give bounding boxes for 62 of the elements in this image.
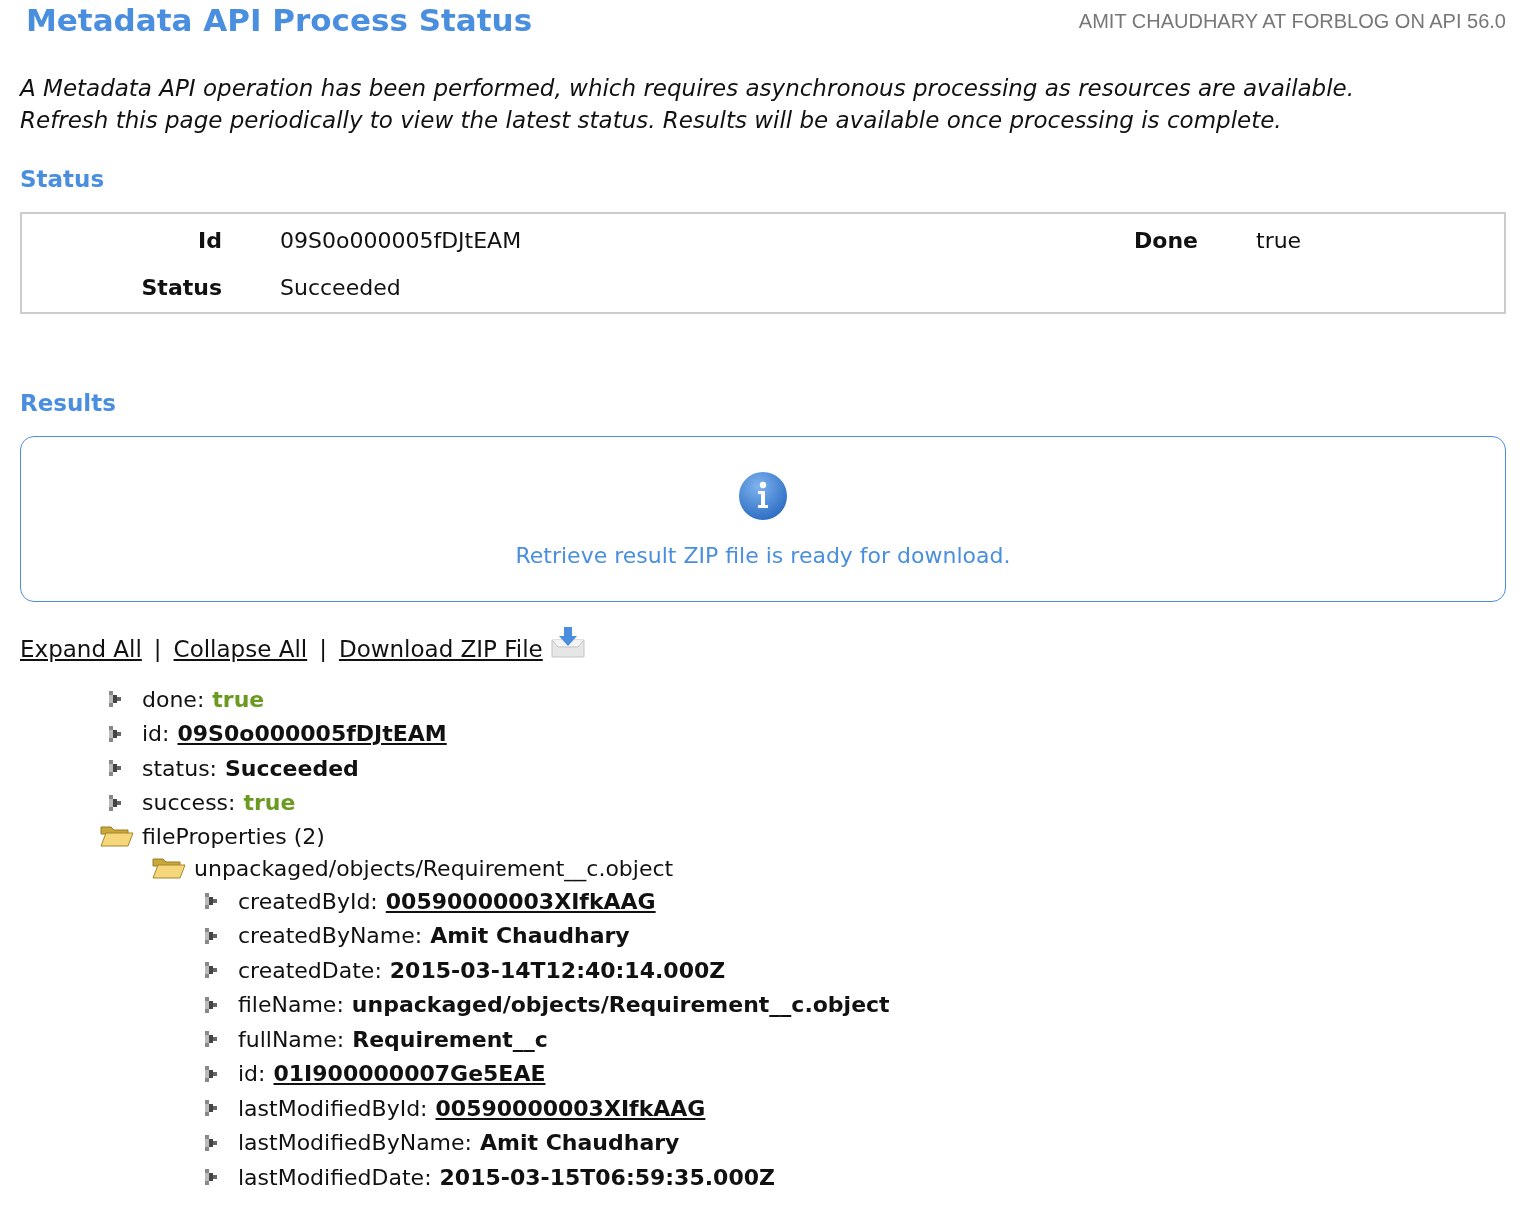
property-key: fullName: [238,1026,345,1052]
value-link[interactable]: 00590000003XIfkAAG [435,1095,706,1121]
expand-arrow-icon[interactable] [204,995,218,1014]
value-text: 2015-03-15T06:59:35.000Z [439,1164,775,1190]
folder-label[interactable]: fileProperties (2) [142,823,325,849]
section-heading: Status [20,166,106,192]
intro-paragraph: A Metadata API operation has been performed, which requires asynchronous processing as resources are available. Refresh this page periodically to view the latest status. Results will be available once processing is complete. [20,74,1356,135]
value-text: unpackaged/objects/Requirement__c.object [351,992,890,1018]
folder-label[interactable]: unpackaged/objects/Requirement__c.object [194,855,674,881]
value-text: Requirement__c [352,1026,548,1052]
user-info: AMIT CHAUDHARY AT FORBLOG ON API 56.0 [1078,10,1506,33]
field-value: true [1256,228,1303,253]
property-key: status: [142,755,217,781]
expand-arrow-icon[interactable] [204,1168,218,1187]
separator-text: | [153,636,162,662]
property-key: fileName: [238,992,344,1018]
separator-text: | [319,636,327,662]
folder-icon[interactable] [152,856,186,880]
info-icon [738,470,788,521]
page-title: Metadata API Process Status [26,2,533,38]
value-text: true [243,790,296,816]
property-key: id: [238,1061,266,1087]
expand-arrow-icon[interactable] [204,892,218,911]
expand-arrow-icon[interactable] [204,926,218,945]
expand-arrow-icon[interactable] [204,1099,218,1118]
expand-arrow-icon[interactable] [108,724,122,743]
value-link[interactable]: 09S0o000005fDJtEAM [177,721,447,747]
action-link[interactable]: Download ZIP File [338,636,543,662]
field-value: 09S0o000005fDJtEAM [280,228,523,253]
section-heading: Results [20,390,117,416]
message-text: Retrieve result ZIP file is ready for download. [515,542,1011,568]
field-label: Done [1133,228,1198,253]
field-value: Succeeded [280,275,402,300]
property-key: id: [142,721,170,747]
action-link[interactable]: Expand All [20,636,142,662]
folder-icon[interactable] [100,824,134,848]
property-key: createdByName: [238,923,423,949]
expand-arrow-icon[interactable] [204,1133,218,1152]
download-icon[interactable] [550,626,585,658]
field-label: Status [140,275,222,300]
expand-arrow-icon[interactable] [108,690,122,709]
value-link[interactable]: 01I900000007Ge5EAE [273,1061,546,1087]
field-label: Id [197,228,222,253]
expand-arrow-icon[interactable] [108,793,122,812]
expand-arrow-icon[interactable] [204,1030,218,1049]
value-text: Amit Chaudhary [430,923,630,949]
value-text: true [212,686,265,712]
expand-arrow-icon[interactable] [204,1064,218,1083]
property-key: createdDate: [238,957,382,983]
property-key: done: [142,686,205,712]
value-text: Amit Chaudhary [480,1130,680,1156]
expand-arrow-icon[interactable] [204,961,218,980]
action-link[interactable]: Collapse All [173,636,308,662]
value-text: 2015-03-14T12:40:14.000Z [389,957,726,983]
property-key: lastModifiedDate: [238,1164,432,1190]
value-text: Succeeded [225,755,359,781]
property-key: lastModifiedByName: [238,1130,472,1156]
expand-arrow-icon[interactable] [108,759,122,778]
property-key: createdById: [238,888,378,914]
value-link[interactable]: 00590000003XIfkAAG [385,888,656,914]
property-key: success: [142,790,236,816]
property-key: lastModifiedById: [238,1095,428,1121]
